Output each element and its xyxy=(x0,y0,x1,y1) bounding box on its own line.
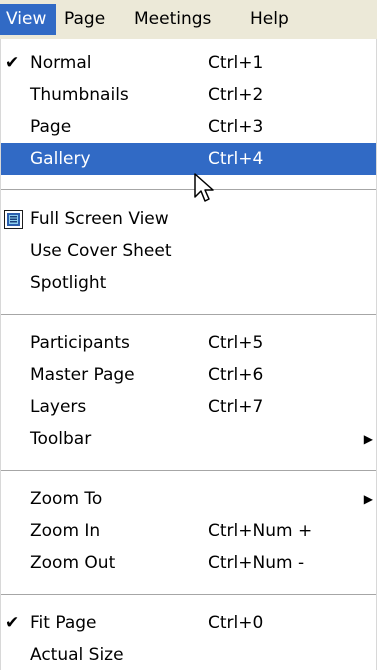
menu-separator xyxy=(1,470,376,472)
menu-item-label: Use Cover Sheet xyxy=(30,241,172,261)
menu-item-label: Zoom Out xyxy=(30,553,116,573)
menu-item-label: Page xyxy=(30,117,72,137)
check-icon: ✔ xyxy=(5,613,20,633)
menu-item-shortcut: Ctrl+3 xyxy=(208,117,264,137)
menu-item-actual-size[interactable]: Actual Size xyxy=(1,639,376,671)
menu-item-shortcut: Ctrl+Num - xyxy=(208,553,305,573)
menu-item-label: Layers xyxy=(30,397,87,417)
menu-item-zoom-to[interactable]: Zoom To ▶ xyxy=(1,483,376,515)
submenu-arrow-icon: ▶ xyxy=(363,492,373,506)
menu-item-shortcut: Ctrl+7 xyxy=(208,397,264,417)
menu-item-fit-page[interactable]: ✔ Fit Page Ctrl+0 xyxy=(1,607,376,639)
menu-item-shortcut: Ctrl+1 xyxy=(208,53,264,73)
menu-item-label: Toolbar xyxy=(30,429,92,449)
menu-meetings[interactable]: Meetings xyxy=(128,4,217,35)
menu-item-label: Thumbnails xyxy=(30,85,129,105)
menu-item-label: Zoom To xyxy=(30,489,103,509)
menu-item-gallery[interactable]: Gallery Ctrl+4 xyxy=(1,143,376,175)
menu-item-label: Actual Size xyxy=(30,645,124,665)
view-dropdown-menu: ✔ Normal Ctrl+1 Thumbnails Ctrl+2 Page C… xyxy=(0,39,377,670)
menu-item-label: Full Screen View xyxy=(30,209,169,229)
menu-item-shortcut: Ctrl+0 xyxy=(208,613,264,633)
mouse-pointer-icon xyxy=(194,173,214,202)
menu-item-shortcut: Ctrl+5 xyxy=(208,333,264,353)
menu-item-page[interactable]: Page Ctrl+3 xyxy=(1,111,376,143)
menu-item-normal[interactable]: ✔ Normal Ctrl+1 xyxy=(1,47,376,79)
menu-page[interactable]: Page xyxy=(58,4,111,35)
menu-item-label: Zoom In xyxy=(30,521,101,541)
menu-item-master-page[interactable]: Master Page Ctrl+6 xyxy=(1,359,376,391)
menu-item-shortcut: Ctrl+Num + xyxy=(208,521,313,541)
menu-item-spotlight[interactable]: Spotlight xyxy=(1,267,376,299)
submenu-arrow-icon: ▶ xyxy=(363,432,373,446)
menu-bar: View Page Meetings Help xyxy=(0,0,377,39)
menu-item-zoom-out[interactable]: Zoom Out Ctrl+Num - xyxy=(1,547,376,579)
menu-item-layers[interactable]: Layers Ctrl+7 xyxy=(1,391,376,423)
menu-item-zoom-in[interactable]: Zoom In Ctrl+Num + xyxy=(1,515,376,547)
menu-item-participants[interactable]: Participants Ctrl+5 xyxy=(1,327,376,359)
menu-item-shortcut: Ctrl+2 xyxy=(208,85,264,105)
menu-separator xyxy=(1,594,376,596)
full-screen-icon xyxy=(4,210,23,229)
menu-item-use-cover-sheet[interactable]: Use Cover Sheet xyxy=(1,235,376,267)
menu-view[interactable]: View xyxy=(0,4,56,35)
menu-item-label: Participants xyxy=(30,333,130,353)
menu-item-label: Spotlight xyxy=(30,273,107,293)
check-icon: ✔ xyxy=(5,53,20,73)
menu-item-toolbar[interactable]: Toolbar ▶ xyxy=(1,423,376,455)
menu-help[interactable]: Help xyxy=(244,4,295,35)
menu-item-shortcut: Ctrl+4 xyxy=(208,149,264,169)
menu-item-shortcut: Ctrl+6 xyxy=(208,365,264,385)
menu-item-thumbnails[interactable]: Thumbnails Ctrl+2 xyxy=(1,79,376,111)
menu-separator xyxy=(1,314,376,316)
menu-item-label: Fit Page xyxy=(30,613,97,633)
menu-item-label: Gallery xyxy=(30,149,91,169)
menu-item-full-screen-view[interactable]: Full Screen View xyxy=(1,203,376,235)
menu-item-label: Normal xyxy=(30,53,92,73)
menu-separator xyxy=(1,189,376,191)
menu-item-label: Master Page xyxy=(30,365,135,385)
